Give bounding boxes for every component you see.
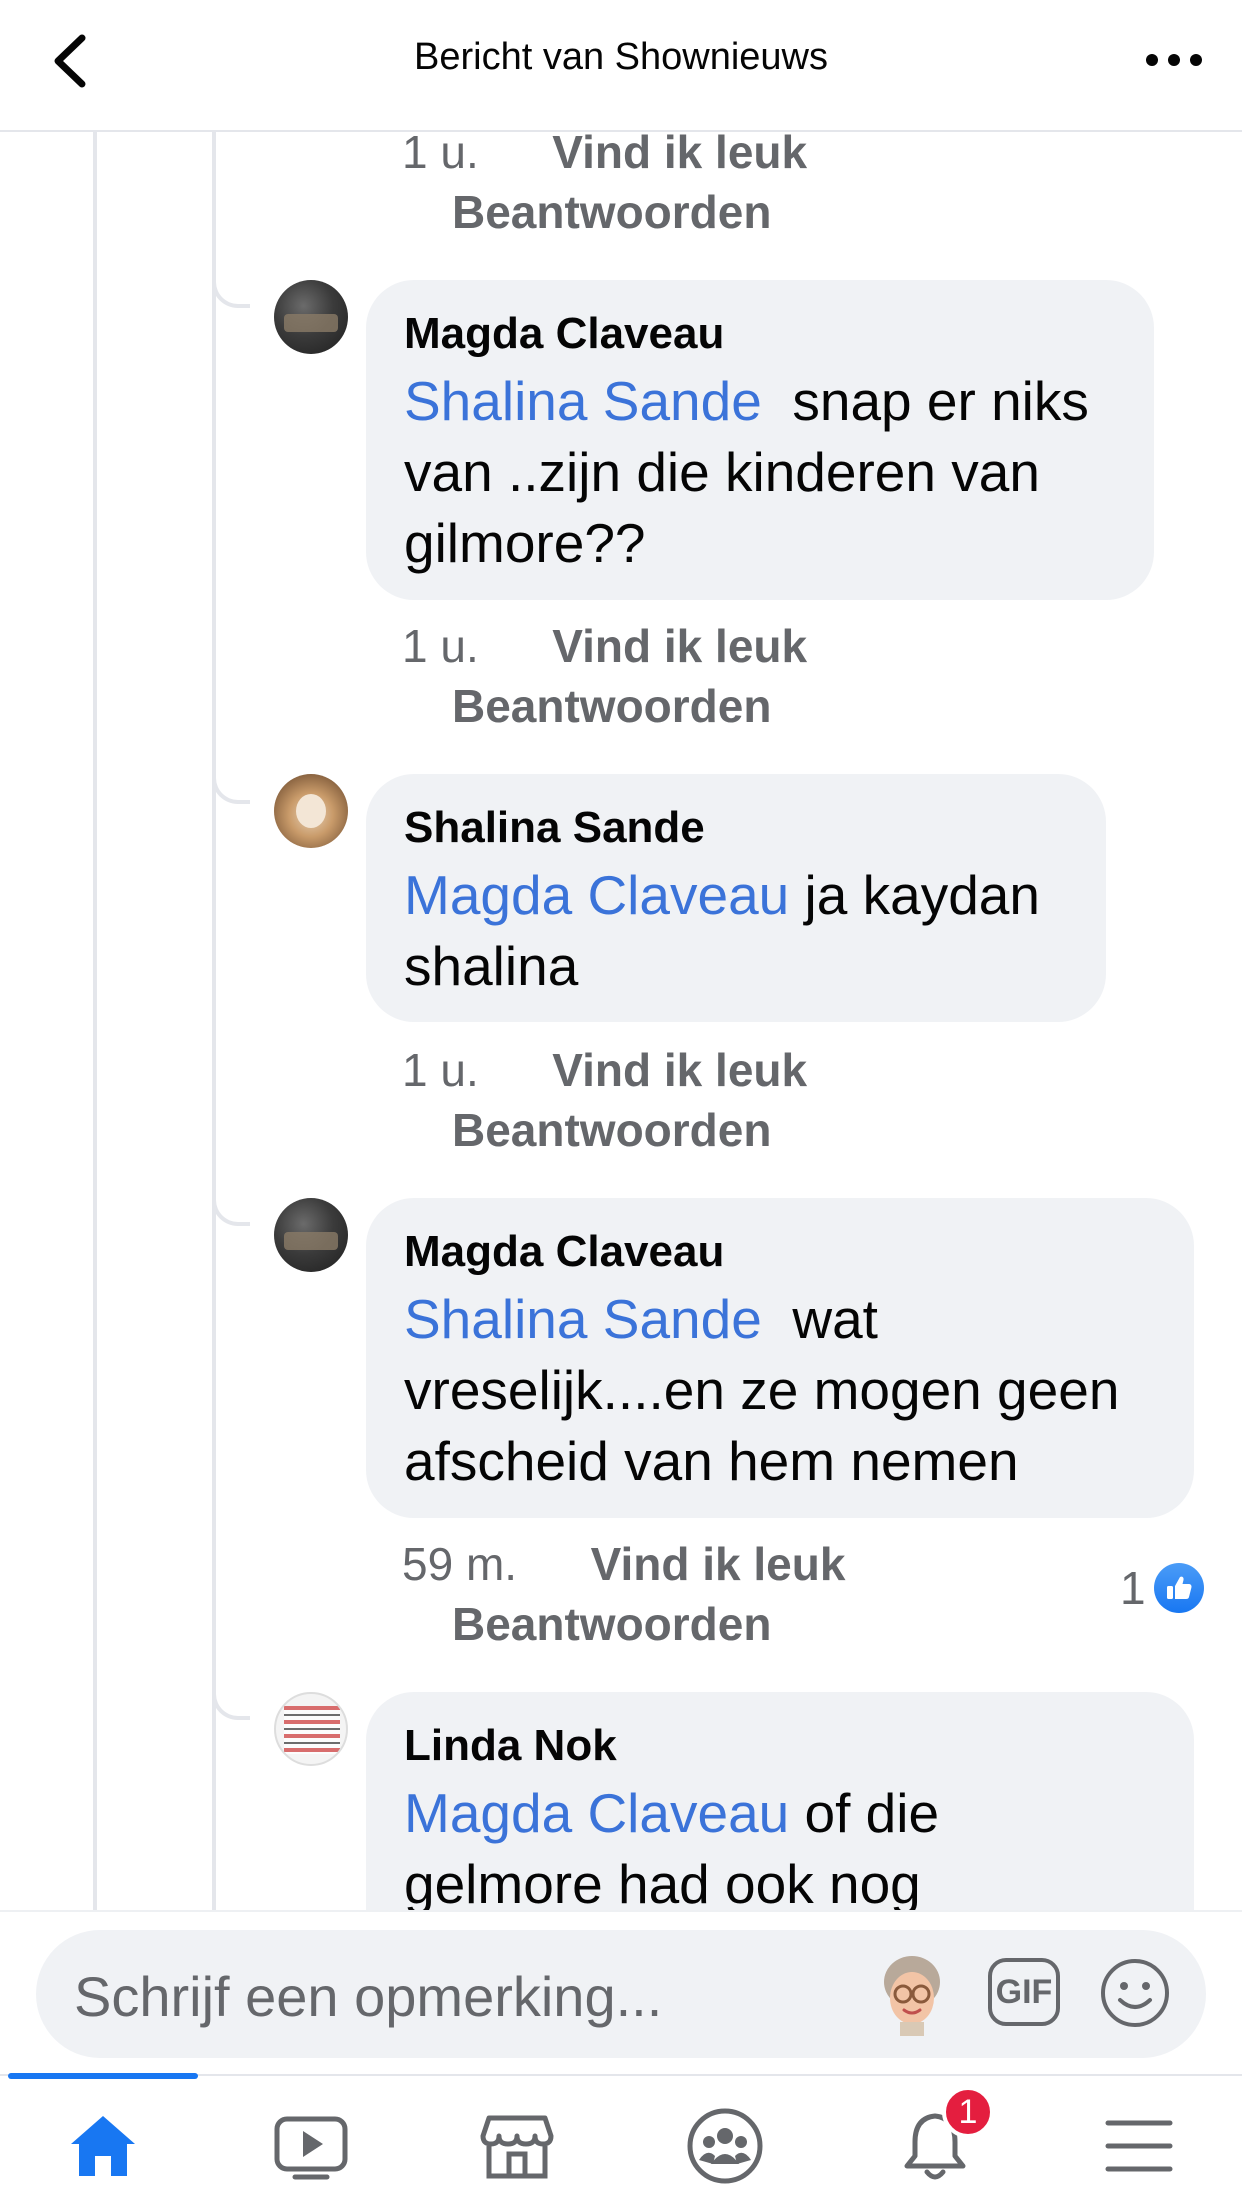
comment-bubble[interactable]: Linda Nok Magda Claveau of die gelmore h…	[366, 1692, 1194, 1910]
avatar[interactable]	[274, 280, 348, 354]
reply-button[interactable]: Beantwoorden	[452, 1594, 771, 1654]
emoji-icon[interactable]	[1098, 1956, 1172, 2030]
comment-meta: 1 u. Vind ik leuk	[402, 616, 807, 676]
comment-input[interactable]: Schrijf een opmerking... GIF	[36, 1930, 1206, 2058]
reply-connector	[212, 1684, 250, 1720]
mention-link[interactable]: Shalina Sande	[404, 1288, 762, 1350]
comment-thread: 1 u. Vind ik leuk Beantwoorden Magda Cla…	[0, 132, 1242, 1910]
comment-time: 59 m.	[402, 1538, 518, 1590]
bottom-tab-bar: 1	[0, 2073, 1242, 2208]
like-button[interactable]: Vind ik leuk	[591, 1538, 846, 1590]
home-icon	[71, 2116, 135, 2176]
comment-text: Magda Claveau of die gelmore had ook nog	[404, 1782, 940, 1910]
thumbs-up-icon	[1153, 1563, 1204, 1613]
reply-button[interactable]: Beantwoorden	[452, 1100, 771, 1160]
reply-connector	[212, 1190, 250, 1226]
comment-time: 1 u.	[402, 620, 479, 672]
comment-text: Shalina Sande wat vreselijk....en ze mog…	[404, 1288, 1120, 1492]
reply-connector	[212, 272, 250, 308]
comment-meta: 1 u. Vind ik leuk	[402, 1040, 807, 1100]
tab-watch[interactable]	[266, 2106, 356, 2186]
reply-button[interactable]: Beantwoorden	[452, 182, 771, 242]
comment-time: 1 u.	[402, 1044, 479, 1096]
mention-link[interactable]: Magda Claveau	[404, 864, 789, 926]
comment-author[interactable]: Magda Claveau	[404, 308, 1118, 360]
menu-icon	[1105, 2120, 1173, 2172]
like-button[interactable]: Vind ik leuk	[552, 1044, 807, 1096]
thread-line	[93, 132, 97, 1910]
mention-link[interactable]: Magda Claveau	[404, 1782, 789, 1844]
reaction-summary[interactable]: 1	[1120, 1560, 1204, 1616]
comment-composer-bar: Schrijf een opmerking... GIF	[0, 1910, 1242, 2074]
comment-meta: 1 u. Vind ik leuk	[402, 132, 807, 182]
gif-button[interactable]: GIF	[988, 1958, 1060, 2026]
active-tab-indicator	[8, 2073, 198, 2079]
marketplace-icon	[480, 2115, 554, 2179]
avatar[interactable]	[274, 1692, 348, 1766]
comment-author[interactable]: Shalina Sande	[404, 802, 1070, 854]
avatar[interactable]	[274, 1198, 348, 1272]
comment-text: Shalina Sande snap er niks van ..zijn di…	[404, 370, 1089, 574]
tab-home[interactable]	[58, 2106, 148, 2186]
like-button[interactable]: Vind ik leuk	[552, 620, 807, 672]
comment-bubble[interactable]: Magda Claveau Shalina Sande snap er niks…	[366, 280, 1154, 600]
notification-badge: 1	[942, 2086, 994, 2138]
reply-connector	[212, 768, 250, 804]
watch-icon	[274, 2116, 348, 2180]
like-button[interactable]: Vind ik leuk	[552, 132, 807, 178]
reply-thread-line	[212, 132, 216, 1910]
avatar[interactable]	[274, 774, 348, 848]
comment-time: 1 u.	[402, 132, 479, 178]
comment-author[interactable]: Linda Nok	[404, 1720, 1158, 1772]
tab-marketplace[interactable]	[472, 2106, 562, 2186]
more-dots-icon	[1146, 54, 1202, 66]
comment-bubble[interactable]: Magda Claveau Shalina Sande wat vreselij…	[366, 1198, 1194, 1518]
comment-bubble[interactable]: Shalina Sande Magda Claveau ja kaydan sh…	[366, 774, 1106, 1022]
comment-meta: 59 m. Vind ik leuk	[402, 1534, 845, 1594]
more-options-button[interactable]	[1140, 28, 1210, 92]
comment-input-placeholder[interactable]: Schrijf een opmerking...	[74, 1964, 662, 2029]
comment-text: Magda Claveau ja kaydan shalina	[404, 864, 1040, 997]
tab-groups[interactable]	[680, 2106, 770, 2186]
comment-author[interactable]: Magda Claveau	[404, 1226, 1158, 1278]
top-nav-bar: Bericht van Shownieuws	[0, 0, 1242, 132]
groups-icon	[687, 2108, 763, 2184]
reply-button[interactable]: Beantwoorden	[452, 676, 771, 736]
reaction-count: 1	[1120, 1562, 1146, 1614]
page-title: Bericht van Shownieuws	[414, 36, 828, 78]
tab-menu[interactable]	[1094, 2106, 1184, 2186]
mention-link[interactable]: Shalina Sande	[404, 370, 762, 432]
avatar-sticker-icon[interactable]	[874, 1952, 950, 2036]
